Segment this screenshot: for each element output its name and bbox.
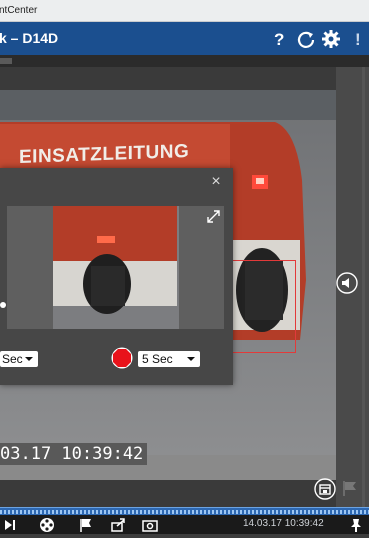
window-titlebar: ntCenter [0,0,369,22]
svg-text:?: ? [274,30,284,49]
flag-icon[interactable] [341,479,359,497]
speaker-icon[interactable] [336,272,358,294]
bottom-toolbar: 14.03.17 10:39:42 [0,515,369,534]
alert-icon[interactable]: ! [348,28,369,50]
post-time-value: 5 Sec [142,352,173,366]
export-icon[interactable] [110,517,126,533]
chevron-down-icon [187,357,195,361]
window-title: ntCenter [0,5,38,16]
slider-handle[interactable] [0,302,6,308]
refresh-icon[interactable] [295,28,317,50]
step-forward-icon[interactable] [2,517,18,533]
chevron-down-icon [25,357,33,361]
stop-record-icon[interactable] [111,347,133,369]
roi-box[interactable] [232,260,296,353]
zoom-popup: × Sec 5 Sec [0,168,233,385]
timeline-ticks [0,510,369,514]
camera-icon[interactable] [142,517,158,533]
calendar-icon[interactable] [314,478,336,500]
rail-scrollbar[interactable] [362,67,365,507]
close-icon[interactable]: × [209,174,223,190]
expand-icon[interactable] [207,210,220,223]
post-time-select[interactable]: 5 Sec [138,351,200,367]
gear-icon[interactable] [320,28,342,50]
pre-time-value: Sec [2,352,23,366]
playback-datetime: 14.03.17 10:39:42 [243,518,324,529]
film-reel-icon[interactable] [39,517,55,533]
preview-image [7,206,224,329]
help-icon[interactable]: ? [269,28,291,50]
grip-icon [0,58,12,64]
app-header: k – D14D ? ! [0,22,369,55]
svg-text:!: ! [355,30,361,49]
pre-time-select[interactable]: Sec [0,351,38,367]
pin-icon[interactable] [348,517,364,533]
popup-preview[interactable] [7,206,224,329]
bookmark-flag-icon[interactable] [78,517,94,533]
video-timestamp: 03.17 10:39:42 [0,443,148,465]
camera-title: k – D14D [0,30,59,46]
